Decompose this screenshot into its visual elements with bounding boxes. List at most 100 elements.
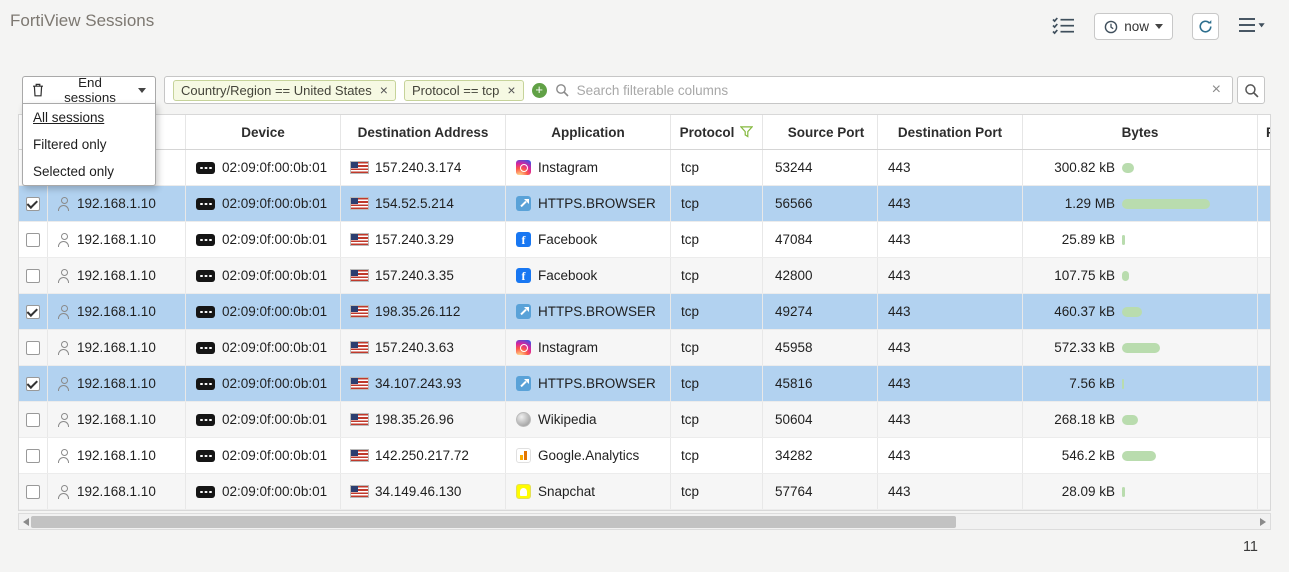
application-name: Instagram	[538, 160, 598, 175]
table-row[interactable]: 192.168.1.10 02:09:0f:00:0b:01 34.107.24…	[19, 366, 1271, 402]
row-checkbox[interactable]	[26, 233, 40, 247]
col-header-destination-port[interactable]: Destination Port	[878, 115, 1023, 149]
https-browser-icon	[516, 376, 531, 391]
refresh-button[interactable]	[1192, 13, 1219, 40]
user-icon	[58, 305, 70, 319]
protocol-value: tcp	[671, 150, 763, 185]
application-name: Facebook	[538, 232, 597, 247]
bytes-value: 7.56 kB	[1033, 376, 1115, 391]
google-analytics-icon	[516, 448, 531, 463]
bytes-value: 1.29 MB	[1033, 196, 1115, 211]
filter-pill-protocol[interactable]: Protocol == tcp	[404, 80, 524, 101]
table-row[interactable]: 192.168.1.10 02:09:0f:00:0b:01 198.35.26…	[19, 294, 1271, 330]
bytes-value: 268.18 kB	[1033, 412, 1115, 427]
col-header-application[interactable]: Application	[506, 115, 671, 149]
menu-button[interactable]	[1238, 17, 1265, 36]
device-icon	[196, 414, 215, 426]
destination-port-value: 443	[878, 222, 1023, 257]
search-button[interactable]	[1237, 76, 1265, 104]
remove-filter-icon[interactable]	[380, 82, 388, 98]
destination-port-value: 443	[878, 294, 1023, 329]
col-header-protocol[interactable]: Protocol	[671, 115, 763, 149]
bytes-value: 25.89 kB	[1033, 232, 1115, 247]
table-row[interactable]: 192.168.1.10 02:09:0f:00:0b:01 198.35.26…	[19, 402, 1271, 438]
table-row[interactable]: 192.168.1.10 02:09:0f:00:0b:01 157.240.3…	[19, 258, 1271, 294]
end-sessions-button[interactable]: End sessions	[22, 76, 156, 104]
device-mac: 02:09:0f:00:0b:01	[222, 376, 327, 391]
clock-icon	[1104, 20, 1118, 34]
filter-funnel-icon[interactable]	[740, 126, 753, 138]
user-icon	[58, 233, 70, 247]
menu-icon	[1238, 17, 1265, 36]
bytes-bar	[1122, 271, 1129, 281]
menu-item-selected-only[interactable]: Selected only	[23, 158, 155, 185]
col-header-destination-address[interactable]: Destination Address	[341, 115, 506, 149]
horizontal-scrollbar-thumb[interactable]	[31, 516, 956, 528]
scroll-left-icon[interactable]	[23, 518, 29, 526]
device-mac: 02:09:0f:00:0b:01	[222, 448, 327, 463]
col-header-packets[interactable]: P	[1258, 115, 1271, 149]
filter-pill-country[interactable]: Country/Region == United States	[173, 80, 396, 101]
device-icon	[196, 234, 215, 246]
table-row[interactable]: 192.168.1.10 02:09:0f:00:0b:01 154.52.5.…	[19, 186, 1271, 222]
horizontal-scrollbar[interactable]	[18, 513, 1271, 530]
user-icon	[58, 449, 70, 463]
source-port-value: 45958	[763, 330, 878, 365]
wikipedia-icon	[516, 412, 531, 427]
page-title: FortiView Sessions	[10, 11, 154, 31]
table-body: 192.168.1.10 02:09:0f:00:0b:01 157.240.3…	[19, 150, 1271, 510]
remove-filter-icon[interactable]	[507, 82, 515, 98]
protocol-value: tcp	[671, 258, 763, 293]
application-name: HTTPS.BROWSER	[538, 376, 656, 391]
device-mac: 02:09:0f:00:0b:01	[222, 196, 327, 211]
scroll-right-icon[interactable]	[1260, 518, 1266, 526]
time-range-button[interactable]: now	[1094, 13, 1173, 40]
table-row[interactable]: 192.168.1.10 02:09:0f:00:0b:01 142.250.2…	[19, 438, 1271, 474]
application-name: Facebook	[538, 268, 597, 283]
protocol-value: tcp	[671, 474, 763, 509]
destination-address: 198.35.26.96	[375, 412, 454, 427]
table-row[interactable]: 192.168.1.10 02:09:0f:00:0b:01 157.240.3…	[19, 222, 1271, 258]
us-flag-icon	[351, 342, 368, 353]
column-settings-button[interactable]	[1052, 16, 1075, 38]
search-input[interactable]	[577, 83, 1201, 98]
chevron-down-icon	[138, 88, 146, 93]
row-checkbox[interactable]	[26, 269, 40, 283]
row-checkbox[interactable]	[26, 485, 40, 499]
row-checkbox[interactable]	[26, 449, 40, 463]
destination-address: 157.240.3.35	[375, 268, 454, 283]
table-row[interactable]: 192.168.1.10 02:09:0f:00:0b:01 157.240.3…	[19, 150, 1271, 186]
us-flag-icon	[351, 270, 368, 281]
row-checkbox[interactable]	[26, 341, 40, 355]
application-name: Snapchat	[538, 484, 595, 499]
col-header-bytes[interactable]: Bytes	[1023, 115, 1258, 149]
application-name: HTTPS.BROWSER	[538, 304, 656, 319]
table-row[interactable]: 192.168.1.10 02:09:0f:00:0b:01 157.240.3…	[19, 330, 1271, 366]
chevron-down-icon	[1155, 24, 1163, 29]
row-checkbox[interactable]	[26, 197, 40, 211]
protocol-value: tcp	[671, 330, 763, 365]
source-port-value: 34282	[763, 438, 878, 473]
col-header-device[interactable]: Device	[186, 115, 341, 149]
row-checkbox[interactable]	[26, 413, 40, 427]
table-header: Source Device Destination Address Applic…	[19, 115, 1271, 150]
row-checkbox[interactable]	[26, 305, 40, 319]
source-port-value: 53244	[763, 150, 878, 185]
add-filter-icon[interactable]	[532, 83, 547, 98]
row-checkbox[interactable]	[26, 377, 40, 391]
bytes-value: 300.82 kB	[1033, 160, 1115, 175]
destination-port-value: 443	[878, 258, 1023, 293]
source-port-value: 45816	[763, 366, 878, 401]
menu-item-filtered-only[interactable]: Filtered only	[23, 131, 155, 158]
us-flag-icon	[351, 378, 368, 389]
destination-address: 34.149.46.130	[375, 484, 461, 499]
search-icon	[1244, 83, 1259, 98]
table-row[interactable]: 192.168.1.10 02:09:0f:00:0b:01 34.149.46…	[19, 474, 1271, 510]
col-header-source-port[interactable]: Source Port	[763, 115, 878, 149]
facebook-icon	[516, 268, 531, 283]
menu-item-all-sessions[interactable]: All sessions	[23, 104, 155, 131]
clear-search-icon[interactable]	[1209, 81, 1224, 99]
us-flag-icon	[351, 234, 368, 245]
bytes-bar	[1122, 199, 1210, 209]
destination-address: 198.35.26.112	[375, 304, 460, 319]
